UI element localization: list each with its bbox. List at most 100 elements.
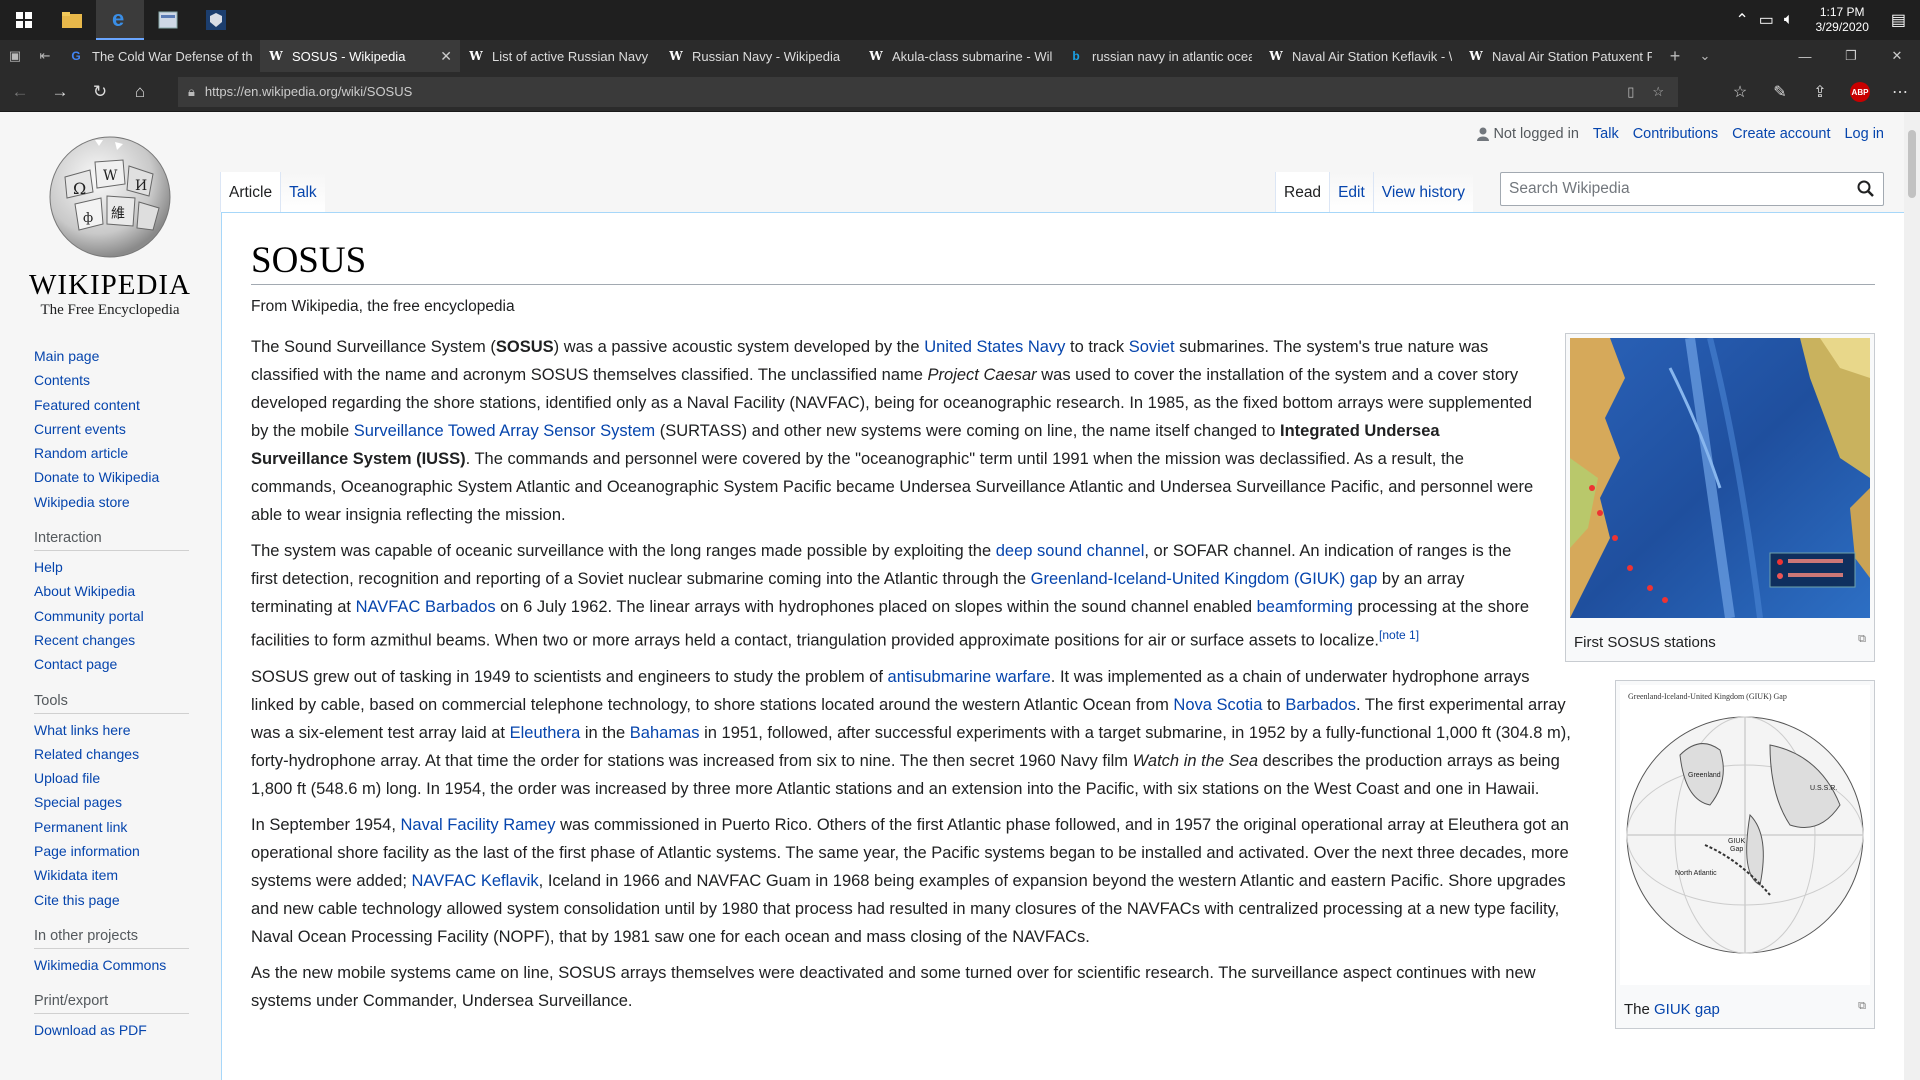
browser-tab[interactable]: W List of active Russian Navy s [460,40,660,72]
tab-list-chevron-icon[interactable]: ⌄ [1690,40,1720,72]
search-wikipedia-input[interactable]: Search Wikipedia [1500,172,1884,206]
tab-edit[interactable]: Edit [1329,172,1373,212]
sidebar-item-what-links-here[interactable]: What links here [34,718,194,742]
browser-tab[interactable]: W Russian Navy - Wikipedia [660,40,860,72]
close-window-icon[interactable]: ✕ [1874,40,1920,72]
file-explorer-icon[interactable] [48,0,96,40]
windows-start-icon[interactable] [0,0,48,40]
sidebar-item-related-changes[interactable]: Related changes [34,742,194,766]
tab-read[interactable]: Read [1275,172,1330,212]
edge-browser-icon[interactable]: e [96,0,144,40]
set-aside-tabs-icon[interactable]: ⇤ [30,40,60,72]
clock-date: 3/29/2020 [1815,20,1869,34]
tab-view-history[interactable]: View history [1372,172,1474,212]
home-icon[interactable]: ⌂ [120,72,160,112]
sidebar-item-wikidata-item[interactable]: Wikidata item [34,863,194,887]
link-soviet[interactable]: Soviet [1129,338,1175,356]
create-account-link[interactable]: Create account [1732,126,1830,142]
refresh-icon[interactable]: ↻ [80,72,120,112]
favorites-hub-icon[interactable]: ☆ [1720,72,1760,112]
browser-tab[interactable]: W SOSUS - Wikipedia ✕ [260,40,460,72]
sidebar-item-page-information[interactable]: Page information [34,839,194,863]
sidebar-heading-tools[interactable]: Tools [34,693,189,714]
sidebar-item-recent-changes[interactable]: Recent changes [34,628,194,652]
browser-tab[interactable]: W Naval Air Station Patuxent F [1460,40,1660,72]
sidebar-item-upload-file[interactable]: Upload file [34,766,194,790]
link-nova-scotia[interactable]: Nova Scotia [1173,696,1262,714]
sidebar-item-donate-to-wikipedia[interactable]: Donate to Wikipedia [34,465,194,489]
browser-tab[interactable]: W Akula-class submarine - Wil [860,40,1060,72]
tab-preview-icon[interactable]: ▣ [0,40,30,72]
footnote-link[interactable]: [note 1] [1379,628,1419,642]
browser-tab[interactable]: b russian navy in atlantic ocea [1060,40,1260,72]
chevron-up-icon[interactable]: ⌃ [1735,10,1748,30]
web-note-icon[interactable]: ✎ [1760,72,1800,112]
tab-talk[interactable]: Talk [280,172,325,212]
search-icon[interactable] [1857,180,1875,198]
address-bar[interactable]: 🔒︎ https://en.wikipedia.org/wiki/SOSUS ▯… [178,76,1678,107]
more-menu-icon[interactable]: ⋯ [1880,72,1920,112]
sidebar-item-wikimedia-commons[interactable]: Wikimedia Commons [34,953,194,977]
sidebar-item-current-events[interactable]: Current events [34,417,194,441]
forward-icon[interactable]: → [40,72,80,112]
sidebar-item-contents[interactable]: Contents [34,368,194,392]
share-icon[interactable]: ⇪ [1800,72,1840,112]
link-bahamas[interactable]: Bahamas [630,724,700,742]
sidebar-item-featured-content[interactable]: Featured content [34,393,194,417]
browser-tab[interactable]: G The Cold War Defense of th [60,40,260,72]
sidebar-heading-interaction[interactable]: Interaction [34,530,189,552]
enlarge-icon[interactable]: ⧉ [1858,996,1866,1016]
sidebar-heading-print-export[interactable]: Print/export [34,993,189,1015]
back-icon[interactable]: ← [0,72,40,112]
navy-emblem-app-icon[interactable] [192,0,240,40]
link-united-states-navy[interactable]: United States Navy [924,338,1065,356]
favorite-star-icon[interactable]: ☆ [1652,84,1664,100]
enlarge-icon[interactable]: ⧉ [1858,629,1866,649]
sidebar-item-help[interactable]: Help [34,555,194,579]
network-icon[interactable]: ▭ [1759,10,1774,30]
giuk-gap-map-image[interactable]: Greenland-Iceland-United Kingdom (GIUK) … [1620,685,1870,985]
adblock-extension-icon[interactable]: ABP [1840,72,1880,112]
sidebar-item-random-article[interactable]: Random article [34,441,194,465]
sidebar-item-special-pages[interactable]: Special pages [34,790,194,814]
user-talk-link[interactable]: Talk [1593,126,1619,142]
new-tab-icon[interactable]: + [1660,40,1690,72]
page-scrollbar[interactable] [1904,112,1920,1080]
app-window-icon[interactable] [144,0,192,40]
link-eleuthera[interactable]: Eleuthera [510,724,581,742]
sidebar-item-community-portal[interactable]: Community portal [34,604,194,628]
sidebar-item-about-wikipedia[interactable]: About Wikipedia [34,579,194,603]
link-navfac-barbados[interactable]: NAVFAC Barbados [356,598,496,616]
reading-view-icon[interactable]: ▯ [1627,84,1634,100]
sidebar-item-download-as-pdf[interactable]: Download as PDF [34,1018,194,1042]
link-surtass[interactable]: Surveillance Towed Array Sensor System [354,422,655,440]
text: SOSUS grew out of tasking in 1949 to sci… [251,667,888,686]
link-navfac-keflavik[interactable]: NAVFAC Keflavik [412,872,539,890]
close-tab-icon[interactable]: ✕ [440,48,452,65]
link-beamforming[interactable]: beamforming [1257,598,1353,616]
sidebar-item-contact-page[interactable]: Contact page [34,652,194,676]
link-naval-facility-ramey[interactable]: Naval Facility Ramey [401,816,556,834]
sidebar-item-wikipedia-store[interactable]: Wikipedia store [34,490,194,514]
tab-article[interactable]: Article [220,172,281,212]
wikipedia-logo[interactable]: Ω W И 維 ф WIKIPEDIA The Free Encyclopedi… [20,132,200,319]
sidebar-item-main-page[interactable]: Main page [34,344,194,368]
link-antisubmarine-warfare[interactable]: antisubmarine warfare [888,668,1051,686]
scrollbar-thumb[interactable] [1908,130,1916,198]
sidebar-item-permanent-link[interactable]: Permanent link [34,815,194,839]
link-deep-sound-channel[interactable]: deep sound channel [996,542,1145,560]
link-giuk-gap[interactable]: Greenland-Iceland-United Kingdom (GIUK) … [1031,570,1378,588]
browser-tab[interactable]: W Naval Air Station Keflavik - \ [1260,40,1460,72]
log-in-link[interactable]: Log in [1844,126,1884,142]
restore-icon[interactable]: ❐ [1828,40,1874,72]
link-giuk-gap-caption[interactable]: GIUK gap [1654,1001,1720,1018]
contributions-link[interactable]: Contributions [1633,126,1718,142]
notifications-icon[interactable]: ▤ [1891,10,1906,30]
link-barbados[interactable]: Barbados [1285,696,1356,714]
sidebar-item-cite-this-page[interactable]: Cite this page [34,888,194,912]
atlantic-map-image[interactable] [1570,337,1870,619]
clock[interactable]: 1:17 PM 3/29/2020 [1815,5,1868,35]
sidebar-heading-other-projects[interactable]: In other projects [34,928,189,949]
minimize-icon[interactable]: — [1782,40,1828,72]
volume-icon[interactable]: 🔈︎ [1784,11,1794,29]
